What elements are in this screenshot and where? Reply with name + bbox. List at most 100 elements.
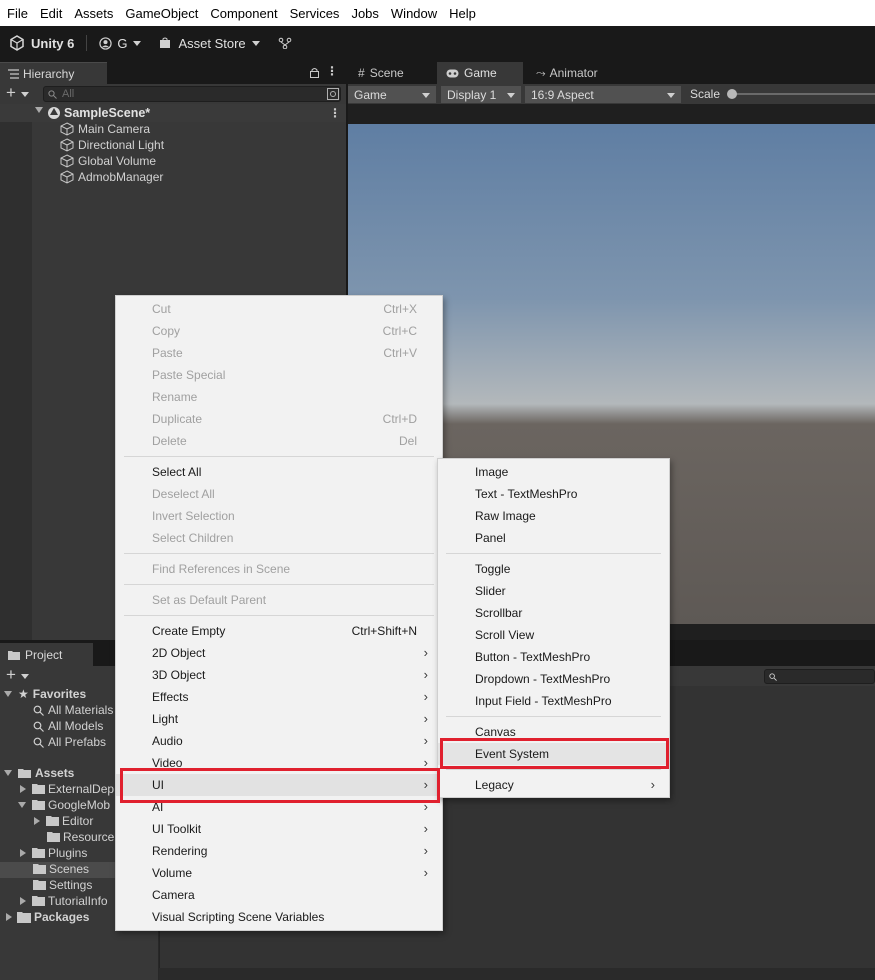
menu-file[interactable]: File: [7, 6, 28, 21]
folder-item[interactable]: Plugins: [20, 845, 87, 861]
menu-item-paste-special[interactable]: Paste Special: [116, 364, 442, 386]
tab-animator[interactable]: ⤳ Animator: [536, 62, 598, 84]
display-dropdown[interactable]: Display 1: [441, 86, 521, 103]
hierarchy-item[interactable]: Directional Light: [60, 137, 164, 153]
menu-item-volume[interactable]: Volume ›: [116, 862, 442, 884]
menu-item-select-children[interactable]: Select Children: [116, 527, 442, 549]
favorite-item[interactable]: All Models: [33, 718, 103, 734]
menu-item-create-empty[interactable]: Create Empty Ctrl+Shift+N: [116, 620, 442, 642]
chevron-right-icon[interactable]: [6, 913, 12, 921]
menu-window[interactable]: Window: [391, 6, 437, 21]
menu-item-set-default-parent[interactable]: Set as Default Parent: [116, 589, 442, 611]
menu-item-rename[interactable]: Rename: [116, 386, 442, 408]
submenu-item-slider[interactable]: Slider: [438, 580, 669, 602]
tab-hierarchy[interactable]: Hierarchy: [0, 62, 107, 84]
packages-header[interactable]: Packages: [6, 909, 89, 925]
submenu-item-input-field-tmp[interactable]: Input Field - TextMeshPro: [438, 690, 669, 712]
hierarchy-item[interactable]: Main Camera: [60, 121, 150, 137]
menu-item-3d-object[interactable]: 3D Object ›: [116, 664, 442, 686]
chevron-down-icon[interactable]: [21, 92, 29, 97]
menu-item-camera[interactable]: Camera: [116, 884, 442, 906]
chevron-right-icon[interactable]: [20, 897, 26, 905]
aspect-dropdown[interactable]: 16:9 Aspect: [525, 86, 681, 103]
scale-slider-thumb[interactable]: [727, 89, 737, 99]
more-options-icon[interactable]: ⋮: [326, 64, 338, 78]
menu-item-rendering[interactable]: Rendering ›: [116, 840, 442, 862]
chevron-right-icon[interactable]: [20, 849, 26, 857]
menu-item-delete[interactable]: Delete Del: [116, 430, 442, 452]
folder-item[interactable]: Settings: [33, 877, 92, 893]
chevron-down-icon[interactable]: [4, 691, 12, 697]
menu-item-ui-toolkit[interactable]: UI Toolkit ›: [116, 818, 442, 840]
chevron-down-icon[interactable]: [21, 674, 29, 679]
menu-item-copy[interactable]: Copy Ctrl+C: [116, 320, 442, 342]
hierarchy-search-bar: + All: [0, 84, 346, 104]
chevron-right-icon[interactable]: [34, 817, 40, 825]
menu-item-find-references[interactable]: Find References in Scene: [116, 558, 442, 580]
menu-item-audio[interactable]: Audio ›: [116, 730, 442, 752]
assets-header[interactable]: Assets: [4, 765, 74, 781]
search-filter-icon[interactable]: [327, 88, 339, 100]
add-icon[interactable]: +: [6, 666, 16, 684]
submenu-item-button-tmp[interactable]: Button - TextMeshPro: [438, 646, 669, 668]
chevron-right-icon[interactable]: [20, 785, 26, 793]
submenu-item-image[interactable]: Image: [438, 461, 669, 483]
unity-version-button[interactable]: Unity 6: [9, 35, 74, 51]
game-mode-dropdown[interactable]: Game: [348, 86, 436, 103]
lock-icon[interactable]: [310, 67, 319, 78]
folder-item[interactable]: TutorialInfo: [20, 893, 108, 909]
hierarchy-search-input[interactable]: All: [43, 86, 341, 102]
submenu-item-dropdown-tmp[interactable]: Dropdown - TextMeshPro: [438, 668, 669, 690]
chevron-down-icon[interactable]: [35, 107, 43, 113]
chevron-down-icon[interactable]: [18, 802, 26, 808]
menu-assets[interactable]: Assets: [74, 6, 113, 21]
menu-jobs[interactable]: Jobs: [351, 6, 378, 21]
scene-options-icon[interactable]: ⋮: [329, 106, 341, 120]
menu-item-visual-scripting[interactable]: Visual Scripting Scene Variables: [116, 906, 442, 928]
menu-item-effects[interactable]: Effects ›: [116, 686, 442, 708]
game-control-bar: Game Display 1 16:9 Aspect Scale: [348, 84, 875, 104]
search-icon: [33, 721, 44, 732]
favorites-header[interactable]: ★ Favorites: [4, 686, 86, 702]
folder-item[interactable]: ExternalDep: [20, 781, 114, 797]
menu-edit[interactable]: Edit: [40, 6, 62, 21]
menu-component[interactable]: Component: [210, 6, 277, 21]
tab-game[interactable]: Game: [437, 62, 523, 84]
hierarchy-item[interactable]: AdmobManager: [60, 169, 163, 185]
folder-item[interactable]: Resource: [47, 829, 114, 845]
submenu-item-legacy[interactable]: Legacy ›: [438, 774, 669, 796]
folder-item[interactable]: GoogleMob: [18, 797, 110, 813]
submenu-item-text-tmp[interactable]: Text - TextMeshPro: [438, 483, 669, 505]
favorite-item[interactable]: All Materials: [33, 702, 113, 718]
favorite-item[interactable]: All Prefabs: [33, 734, 106, 750]
add-icon[interactable]: +: [6, 84, 16, 102]
submenu-item-scrollbar[interactable]: Scrollbar: [438, 602, 669, 624]
menu-gameobject[interactable]: GameObject: [125, 6, 198, 21]
folder-item[interactable]: Editor: [34, 813, 93, 829]
submenu-item-toggle[interactable]: Toggle: [438, 558, 669, 580]
menu-item-select-all[interactable]: Select All: [116, 461, 442, 483]
menu-services[interactable]: Services: [290, 6, 340, 21]
submenu-item-raw-image[interactable]: Raw Image: [438, 505, 669, 527]
chevron-down-icon[interactable]: [4, 770, 12, 776]
menu-item-duplicate[interactable]: Duplicate Ctrl+D: [116, 408, 442, 430]
asset-store-button[interactable]: Asset Store: [159, 36, 260, 51]
submenu-item-panel[interactable]: Panel: [438, 527, 669, 549]
tab-scene[interactable]: # Scene: [358, 62, 404, 84]
version-control-button[interactable]: [278, 37, 292, 49]
submenu-item-scroll-view[interactable]: Scroll View: [438, 624, 669, 646]
account-dropdown[interactable]: G: [99, 36, 142, 51]
menu-item-2d-object[interactable]: 2D Object ›: [116, 642, 442, 664]
menu-item-invert-selection[interactable]: Invert Selection: [116, 505, 442, 527]
scene-header-row[interactable]: SampleScene* ⋮: [0, 104, 346, 122]
tab-project[interactable]: Project: [0, 643, 93, 666]
menu-item-light[interactable]: Light ›: [116, 708, 442, 730]
menu-item-cut[interactable]: Cut Ctrl+X: [116, 298, 442, 320]
folder-item[interactable]: Scenes: [33, 861, 89, 877]
menu-help[interactable]: Help: [449, 6, 476, 21]
scale-slider-track[interactable]: [730, 93, 875, 95]
project-search-input[interactable]: [764, 669, 875, 684]
menu-item-paste[interactable]: Paste Ctrl+V: [116, 342, 442, 364]
menu-item-deselect-all[interactable]: Deselect All: [116, 483, 442, 505]
hierarchy-item[interactable]: Global Volume: [60, 153, 156, 169]
